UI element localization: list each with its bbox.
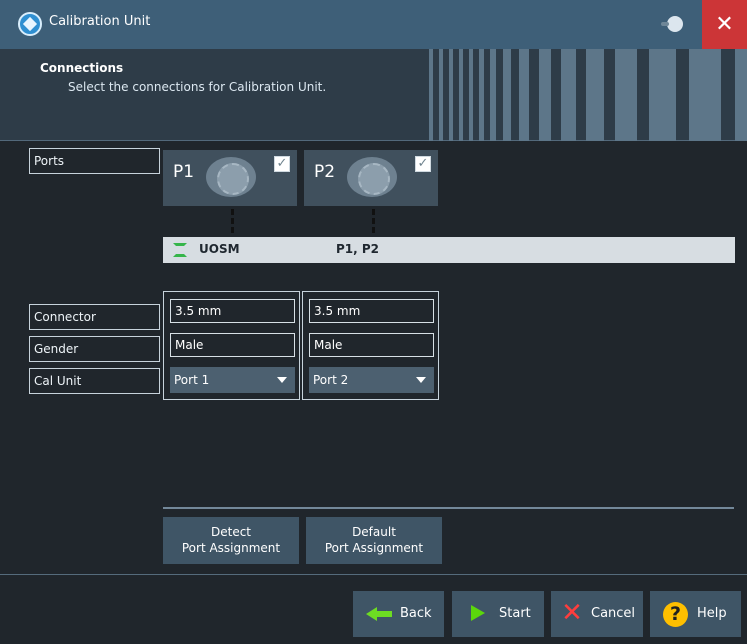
connector-icon	[347, 157, 397, 197]
window-title: Calibration Unit	[49, 14, 151, 29]
connection-line-p2	[372, 209, 376, 233]
connector-icon	[206, 157, 256, 197]
ports-label: Ports	[29, 148, 160, 174]
cal-unit-port-select-p2[interactable]: Port 2	[309, 367, 434, 393]
cancel-button[interactable]: ✕ Cancel	[551, 591, 643, 637]
cal-unit-port-list: P1, P2	[336, 242, 380, 256]
cal-unit-name: UOSM	[199, 242, 240, 256]
start-button[interactable]: Start	[452, 591, 544, 637]
cancel-icon: ✕	[561, 598, 583, 628]
gender-field-p2[interactable]: Male	[309, 333, 434, 357]
port-p2-checkbox[interactable]: ✓	[415, 156, 431, 172]
calibration-unit-logo-icon	[18, 12, 42, 36]
cal-unit-row[interactable]: UOSM P1, P2	[163, 237, 735, 263]
back-label: Back	[400, 606, 432, 621]
connector-field-p1[interactable]: 3.5 mm	[170, 299, 295, 323]
port-p1-checkbox[interactable]: ✓	[274, 156, 290, 172]
divider	[163, 507, 734, 509]
port-card-p2: P2 ✓	[304, 150, 438, 206]
close-button[interactable]: ✕	[702, 0, 747, 49]
default-label-line2: Port Assignment	[324, 541, 424, 555]
wizard-header: Connections Select the connections for C…	[0, 49, 747, 141]
connection-line-p1	[231, 209, 235, 233]
header-description: Select the connections for Calibration U…	[68, 80, 327, 94]
detect-label-line2: Port Assignment	[181, 541, 281, 555]
detect-label-line1: Detect	[210, 525, 251, 539]
connector-field-p2[interactable]: 3.5 mm	[309, 299, 434, 323]
close-icon: ✕	[715, 12, 734, 37]
help-icon: ?	[663, 602, 688, 627]
gender-label: Gender	[29, 336, 160, 362]
detect-port-assignment-button[interactable]: Detect Port Assignment	[163, 517, 299, 564]
gender-field-p1[interactable]: Male	[170, 333, 295, 357]
cal-unit-port-select-p1[interactable]: Port 1	[170, 367, 295, 393]
back-button[interactable]: Back	[353, 591, 444, 637]
default-port-assignment-button[interactable]: Default Port Assignment	[306, 517, 442, 564]
help-label: Help	[697, 606, 727, 621]
back-arrow-icon	[366, 606, 392, 622]
footer: Back Start ✕ Cancel ? Help	[0, 574, 747, 644]
port-name-p2: P2	[314, 162, 336, 182]
title-bar: Calibration Unit ✕	[0, 0, 747, 49]
port-name-p1: P1	[173, 162, 195, 182]
start-label: Start	[499, 606, 531, 621]
port-column-p2: 3.5 mm Male Port 2	[302, 291, 439, 400]
cal-unit-icon	[173, 243, 187, 257]
default-label-line1: Default	[352, 525, 396, 539]
connector-label: Connector	[29, 304, 160, 330]
toggle-icon[interactable]	[661, 16, 683, 32]
header-stripes	[429, 49, 747, 141]
cal-unit-label: Cal Unit	[29, 368, 160, 394]
start-icon	[471, 605, 485, 621]
port-card-p1: P1 ✓	[163, 150, 297, 206]
port-column-p1: 3.5 mm Male Port 1	[163, 291, 300, 400]
header-title: Connections	[40, 61, 124, 75]
cancel-label: Cancel	[591, 606, 636, 621]
help-button[interactable]: ? Help	[650, 591, 741, 637]
